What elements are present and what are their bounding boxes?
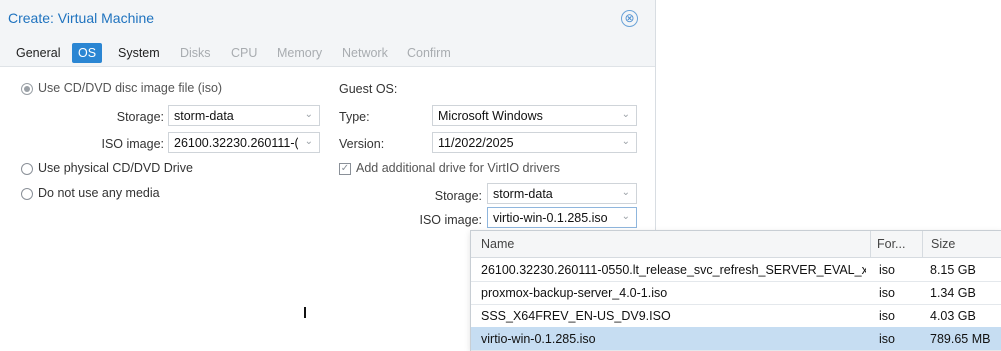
iso-row[interactable]: proxmox-backup-server_4.0-1.iso iso 1.34… <box>471 281 1001 305</box>
version-label: Version: <box>339 137 385 151</box>
iso-row-size: 8.15 GB <box>930 263 976 277</box>
iso-grid-header: Name For... Size <box>471 231 1001 258</box>
no-media-label: Do not use any media <box>38 186 160 200</box>
os-version-value: 11/2022/2025 <box>438 136 514 150</box>
column-divider <box>870 231 871 257</box>
tab-cpu: CPU <box>231 46 258 60</box>
close-icon[interactable]: ⊗ <box>621 10 638 27</box>
virtio-checkbox[interactable]: ✓ <box>339 163 351 175</box>
storage-value: storm-data <box>174 109 234 123</box>
iso-row-size: 789.65 MB <box>930 332 991 346</box>
os-type-value: Microsoft Windows <box>438 109 543 123</box>
os-version-select[interactable]: 11/2022/2025 ⌄ <box>432 132 637 153</box>
column-header-size[interactable]: Size <box>931 237 955 251</box>
tab-memory: Memory <box>277 46 323 60</box>
iso-row-name: virtio-win-0.1.285.iso <box>481 332 596 346</box>
virtio-iso-select[interactable]: virtio-win-0.1.285.iso ⌄ <box>487 207 637 228</box>
virtio-checkbox-label: Add additional drive for VirtIO drivers <box>356 161 561 175</box>
type-label: Type: <box>339 110 370 124</box>
virtio-storage-select[interactable]: storm-data ⌄ <box>487 183 637 204</box>
iso-row-size: 1.34 GB <box>930 286 976 300</box>
iso-row-format: iso <box>879 332 895 346</box>
column-divider <box>922 231 923 257</box>
physical-drive-radio[interactable] <box>21 163 33 175</box>
chevron-down-icon: ⌄ <box>621 109 630 120</box>
os-type-select[interactable]: Microsoft Windows ⌄ <box>432 105 637 126</box>
guest-os-heading: Guest OS: <box>339 82 398 96</box>
iso-image-select[interactable]: 26100.32230.260111-( ⌄ <box>168 132 320 153</box>
iso-picker-dropdown: Name For... Size 26100.32230.260111-0550… <box>470 230 1001 351</box>
iso-radio-label: Use CD/DVD disc image file (iso) <box>38 81 223 95</box>
virtio-storage-value: storm-data <box>493 187 553 201</box>
chevron-down-icon: ⌄ <box>304 136 313 147</box>
storage-label: Storage: <box>116 110 164 124</box>
iso-row-format: iso <box>879 309 895 323</box>
tab-general[interactable]: General <box>16 44 60 62</box>
tab-disks: Disks <box>180 46 211 60</box>
virtio-storage-label: Storage: <box>434 189 482 203</box>
iso-row-size: 4.03 GB <box>930 309 976 323</box>
text-cursor <box>304 307 306 318</box>
iso-row-selected[interactable]: virtio-win-0.1.285.iso iso 789.65 MB <box>471 327 1001 351</box>
iso-row[interactable]: SSS_X64FREV_EN-US_DV9.ISO iso 4.03 GB <box>471 304 1001 328</box>
chevron-down-icon: ⌄ <box>621 187 630 198</box>
column-header-name[interactable]: Name <box>481 237 514 251</box>
dialog-title: Create: Virtual Machine <box>8 10 155 26</box>
column-header-format[interactable]: For... <box>877 237 905 251</box>
iso-row-name: proxmox-backup-server_4.0-1.iso <box>481 286 668 300</box>
chevron-down-icon: ⌄ <box>304 109 313 120</box>
chevron-down-icon: ⌄ <box>621 136 630 147</box>
dialog-titlebar: Create: Virtual Machine ⊗ <box>0 0 655 39</box>
storage-select[interactable]: storm-data ⌄ <box>168 105 320 126</box>
iso-row-name: 26100.32230.260111-0550.lt_release_svc_r… <box>481 263 866 277</box>
iso-image-value: 26100.32230.260111-( <box>174 136 298 150</box>
tab-confirm: Confirm <box>407 46 451 60</box>
no-media-radio[interactable] <box>21 188 33 200</box>
physical-drive-label: Use physical CD/DVD Drive <box>38 161 193 175</box>
tab-network: Network <box>342 46 388 60</box>
iso-image-label: ISO image: <box>101 137 164 151</box>
virtio-iso-value: virtio-win-0.1.285.iso <box>493 211 608 225</box>
iso-row-name: SSS_X64FREV_EN-US_DV9.ISO <box>481 309 671 323</box>
iso-radio[interactable] <box>21 83 33 95</box>
iso-row[interactable]: 26100.32230.260111-0550.lt_release_svc_r… <box>471 258 1001 282</box>
tab-system[interactable]: System <box>118 44 160 62</box>
wizard-tabs: General OS System Disks CPU Memory Netwo… <box>0 38 655 67</box>
iso-row-format: iso <box>879 263 895 277</box>
virtio-iso-label: ISO image: <box>419 213 482 227</box>
tab-os[interactable]: OS <box>72 43 103 63</box>
chevron-down-icon: ⌄ <box>621 211 630 222</box>
iso-row-format: iso <box>879 286 895 300</box>
